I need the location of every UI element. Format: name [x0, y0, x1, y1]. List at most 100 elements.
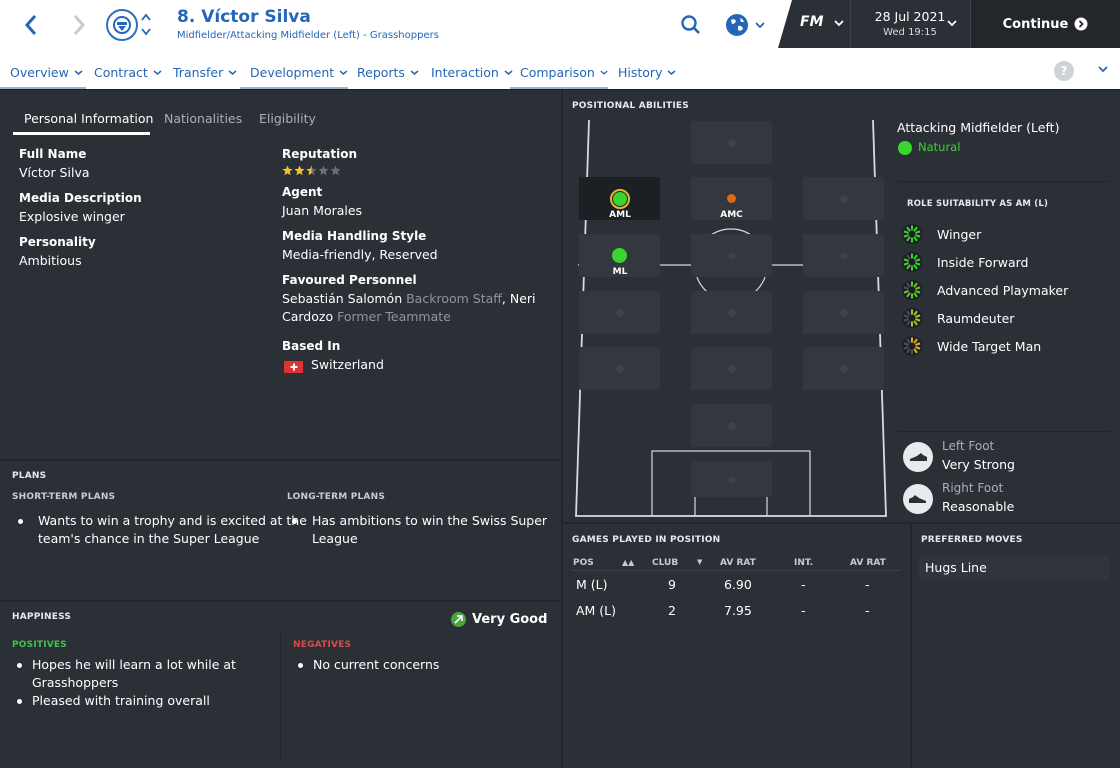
reputation-stars	[282, 165, 341, 176]
position-cell-st[interactable]	[691, 121, 772, 164]
header-border	[0, 89, 1120, 90]
position-cell-wbr[interactable]	[803, 291, 884, 334]
sort-ascending-icon[interactable]: ▲▲	[622, 558, 634, 567]
role-item[interactable]: Wide Target Man	[901, 335, 1041, 357]
cell-av-rat: 7.95	[724, 603, 752, 618]
tab-comparison[interactable]: Comparison	[510, 54, 608, 90]
role-item[interactable]: Winger	[901, 223, 981, 245]
world-menu-button[interactable]	[724, 11, 768, 39]
tab-overview[interactable]: Overview	[0, 54, 86, 90]
tab-interaction[interactable]: Interaction	[421, 54, 513, 90]
back-button[interactable]	[18, 12, 44, 38]
role-label: Winger	[937, 226, 982, 242]
tab-history[interactable]: History	[608, 54, 676, 90]
cell-pos: M (L)	[576, 577, 608, 592]
subtab-eligibility[interactable]: Eligibility	[259, 101, 316, 135]
aml-label: AML	[609, 210, 631, 220]
tab-transfer[interactable]: Transfer	[163, 54, 237, 90]
media-handling-label: Media Handling Style	[282, 229, 427, 243]
favoured-personnel-label: Favoured Personnel	[282, 273, 417, 287]
club-badge[interactable]	[106, 9, 138, 41]
boot-icon	[910, 453, 927, 461]
trend-up-icon	[451, 612, 466, 627]
chevron-down-icon	[153, 69, 162, 75]
full-name-label: Full Name	[19, 147, 87, 161]
position-cell-dc[interactable]	[691, 347, 772, 390]
fm-logo[interactable]: FM	[800, 14, 824, 30]
header: 8. Víctor Silva Midfielder/Attacking Mid…	[0, 0, 1120, 90]
tab-label: Overview	[10, 64, 69, 80]
tab-contract[interactable]: Contract	[84, 54, 162, 90]
forward-button[interactable]	[66, 12, 92, 38]
col-pos[interactable]: POS	[573, 558, 594, 568]
tab-reports[interactable]: Reports	[347, 54, 419, 90]
favoured-person-1[interactable]: Sebastián Salomón	[282, 291, 402, 306]
position-dot	[728, 139, 736, 147]
chevron-down-icon	[667, 69, 676, 75]
long-term-plan-item: Has ambitions to win the Swiss Super Lea…	[292, 512, 552, 548]
position-cell-gk[interactable]	[691, 461, 772, 497]
position-cell-dr[interactable]	[803, 347, 884, 390]
col-int[interactable]: INT.	[794, 558, 813, 568]
plans-title: PLANS	[12, 471, 47, 481]
player-subtitle[interactable]: Midfielder/Attacking Midfielder (Left) -…	[177, 30, 439, 41]
favoured-person-2-last[interactable]: Cardozo	[282, 309, 333, 324]
chevron-down-icon[interactable]	[1097, 64, 1109, 74]
bullet-dot	[18, 519, 23, 524]
role-item[interactable]: Raumdeuter	[901, 307, 1014, 329]
chevron-down-icon	[410, 69, 419, 75]
position-cell-amr[interactable]	[803, 177, 884, 220]
continue-button[interactable]: Continue	[971, 0, 1120, 48]
position-cell-mc[interactable]	[691, 234, 772, 277]
subtab-personal-information[interactable]: Personal Information	[24, 101, 153, 135]
col-club[interactable]: CLUB	[652, 558, 678, 568]
search-button[interactable]	[680, 14, 702, 36]
favoured-person-1-role: Backroom Staff	[406, 291, 502, 306]
long-term-plan-line2: League	[312, 531, 358, 546]
ml-rating-dot	[612, 248, 627, 263]
position-cell-dm[interactable]	[691, 291, 772, 334]
position-dot	[840, 309, 848, 317]
favoured-person-2-first[interactable]: Neri	[510, 291, 536, 306]
boot-icon	[909, 495, 926, 503]
selected-position-rating: Natural	[918, 140, 961, 154]
personality-label: Personality	[19, 235, 96, 249]
based-in-value[interactable]: Switzerland	[311, 357, 384, 372]
tab-label: History	[618, 64, 663, 80]
positive-item: Pleased with training overall	[17, 692, 267, 710]
position-cell-mr[interactable]	[803, 234, 884, 277]
subtab-nationalities[interactable]: Nationalities	[164, 101, 242, 135]
current-date[interactable]: 28 Jul 2021	[860, 9, 960, 24]
positives-title: POSITIVES	[12, 640, 67, 650]
role-label: Wide Target Man	[937, 338, 1042, 354]
nav-tabs: Overview Contract Transfer Development R…	[0, 54, 1120, 90]
help-button[interactable]: ?	[1054, 61, 1074, 81]
column-divider	[561, 90, 563, 768]
position-cell-dl[interactable]	[579, 347, 660, 390]
position-cell-sw[interactable]	[691, 404, 772, 447]
position-dot	[840, 365, 848, 373]
role-item[interactable]: Advanced Playmaker	[901, 279, 1068, 301]
chevron-down-icon[interactable]	[833, 18, 845, 28]
table-row[interactable]: M (L) 9 6.90 - -	[571, 572, 899, 598]
position-dot	[728, 365, 736, 373]
favoured-personnel-line1: Sebastián Salomón Backroom Staff, Neri	[282, 291, 536, 306]
negative-item: No current concerns	[298, 656, 548, 674]
role-item[interactable]: Inside Forward	[901, 251, 1028, 273]
position-dot	[616, 365, 624, 373]
position-cell-wbl[interactable]	[579, 291, 660, 334]
positive-item-line1: Hopes he will learn a lot while at	[32, 657, 236, 672]
chevron-down-icon[interactable]	[946, 18, 958, 28]
negatives-title: NEGATIVES	[293, 640, 352, 650]
club-switch-arrows[interactable]	[140, 10, 152, 40]
club-crest-icon	[113, 16, 131, 34]
chevron-right-icon	[73, 15, 86, 35]
tab-development[interactable]: Development	[240, 54, 348, 90]
col-av-rat[interactable]: AV RAT	[720, 558, 756, 568]
agent-value[interactable]: Juan Morales	[282, 203, 362, 218]
divider	[850, 0, 851, 48]
amc-rating-dot	[727, 194, 736, 203]
sort-dropdown-icon[interactable]: ▼	[697, 558, 702, 566]
table-row[interactable]: AM (L) 2 7.95 - -	[571, 598, 899, 624]
col-int-av-rat[interactable]: AV RAT	[850, 558, 886, 568]
